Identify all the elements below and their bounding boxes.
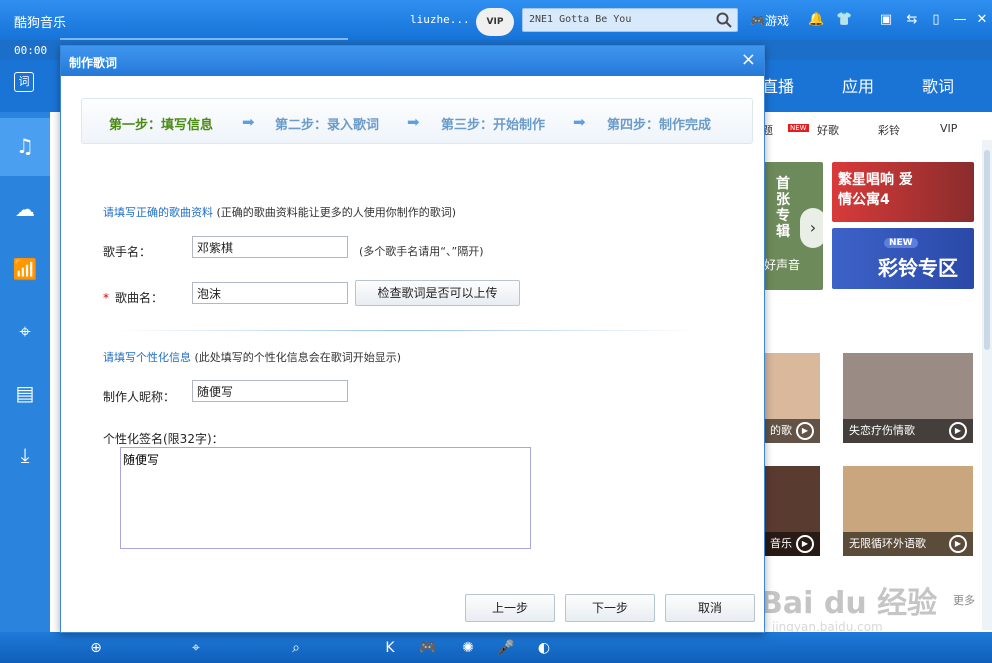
carousel-next-icon[interactable]: › <box>800 208 826 248</box>
step-2: 第二步：录入歌词 <box>275 118 380 133</box>
song-name-label-text: 歌曲名： <box>115 291 164 305</box>
arrow-right-icon: ➡ <box>573 113 586 131</box>
drama-banner[interactable]: 繁星唱响 爱情公寓4 <box>832 162 974 222</box>
play-time: 00:00 <box>14 44 48 57</box>
bell-icon[interactable]: 🔔 <box>808 12 824 28</box>
scrollbar-thumb[interactable] <box>984 150 990 350</box>
playlist-tile[interactable]: 无限循环外语歌 ▶ <box>843 466 973 556</box>
subnav-item-good-songs[interactable]: 好歌 <box>817 122 839 138</box>
username-label[interactable]: liuzhe... <box>410 13 470 26</box>
dialog-title: 制作歌词 <box>69 56 118 70</box>
location-icon[interactable]: ⌖ <box>12 318 38 344</box>
section-title-text: 请填写正确的歌曲资料 <box>103 206 213 219</box>
mini-mode-icon[interactable]: ⇆ <box>904 12 920 28</box>
playlist-tile[interactable]: 失恋疗伤情歌 ▶ <box>843 353 973 443</box>
album-banner-sub: 好声音 <box>764 258 801 272</box>
subnav-item-ringtone[interactable]: 彩铃 <box>878 122 900 138</box>
previous-step-button[interactable]: 上一步 <box>465 594 555 622</box>
nickname-label: 制作人昵称： <box>103 390 176 404</box>
search-icon[interactable] <box>715 11 733 29</box>
title-bar: 酷狗音乐 liuzhe... VIP 2NE1 Gotta Be You 🎮游戏… <box>0 0 992 40</box>
singer-label: 歌手名： <box>103 245 152 259</box>
step-indicator: 第一步：填写信息 ➡ 第二步：录入歌词 ➡ 第三步：开始制作 ➡ 第四步：制作完… <box>81 98 753 144</box>
playlist-tile[interactable]: 的歌 ▶ <box>764 353 820 443</box>
song-name-label: * 歌曲名： <box>103 289 163 306</box>
divider <box>115 330 699 331</box>
gamepad-icon[interactable]: 🎮 <box>418 638 438 658</box>
signature-label: 个性化签名(限32字)： <box>103 432 224 446</box>
play-icon[interactable]: ▶ <box>949 535 967 553</box>
ringtone-banner[interactable]: NEW 彩铃专区 <box>832 228 974 289</box>
watermark: Bai du 经验 <box>760 586 938 621</box>
kugou-icon[interactable]: K <box>380 638 400 658</box>
game-label: 游戏 <box>764 14 789 28</box>
music-note-icon[interactable]: ♫ <box>12 133 38 159</box>
close-icon[interactable]: ✕ <box>974 12 990 28</box>
song-info-section-title: 请填写正确的歌曲资料 (正确的歌曲资料能让更多的人使用你制作的歌词) <box>103 204 456 220</box>
next-step-button[interactable]: 下一步 <box>565 594 655 622</box>
tab-apps[interactable]: 应用 <box>842 73 874 97</box>
tab-live[interactable]: 直播 <box>762 73 794 97</box>
subnav-item-vip[interactable]: VIP <box>940 122 957 135</box>
skin-icon[interactable]: 👕 <box>836 12 852 28</box>
search-input[interactable]: 2NE1 Gotta Be You <box>522 8 738 32</box>
play-icon[interactable]: ▶ <box>796 422 814 440</box>
search-query: 2NE1 Gotta Be You <box>529 14 632 25</box>
dialog-header: 制作歌词 × <box>61 46 764 76</box>
minimize-icon[interactable]: — <box>952 12 968 28</box>
play-icon[interactable]: ▶ <box>949 422 967 440</box>
bug-icon[interactable]: ✺ <box>458 638 478 658</box>
sub-nav: 题 NEW 好歌 彩铃 VIP <box>760 120 992 140</box>
step-1: 第一步：填写信息 <box>109 118 214 133</box>
more-link[interactable]: 更多 <box>953 592 975 608</box>
menu-icon[interactable]: ▣ <box>878 12 894 28</box>
microphone-icon[interactable]: 🎤 <box>496 638 516 658</box>
arrow-right-icon: ➡ <box>407 113 420 131</box>
section-note: (此处填写的个性化信息会在歌词开始显示) <box>194 351 402 364</box>
ringtone-new-badge: NEW <box>884 238 918 248</box>
vip-badge[interactable]: VIP <box>476 8 514 36</box>
radio-icon[interactable]: 📶 <box>12 256 38 282</box>
locate-icon[interactable]: ⌖ <box>186 638 206 658</box>
cancel-button[interactable]: 取消 <box>665 594 755 622</box>
ringtone-banner-text: 彩铃专区 <box>878 256 958 280</box>
sidebar <box>0 112 50 632</box>
phone-icon[interactable]: ▯ <box>928 12 944 28</box>
download-icon[interactable]: ⤓ <box>12 442 38 468</box>
make-lyrics-dialog: 制作歌词 × 第一步：填写信息 ➡ 第二步：录入歌词 ➡ 第三步：开始制作 ➡ … <box>60 45 765 633</box>
app-title: 酷狗音乐 <box>14 16 67 31</box>
cloud-icon[interactable]: ☁ <box>12 196 38 222</box>
singer-input[interactable] <box>192 236 348 258</box>
playlist-tile[interactable]: 音乐 ▶ <box>764 466 820 556</box>
play-icon[interactable]: ▶ <box>796 535 814 553</box>
nickname-input[interactable] <box>192 380 348 402</box>
phone-transfer-icon[interactable]: ▤ <box>12 380 38 406</box>
new-badge: NEW <box>788 124 809 132</box>
singer-hint: (多个歌手名请用“、”隔开) <box>359 245 484 258</box>
gamepad-icon: 🎮 <box>750 14 765 28</box>
game-button[interactable]: 🎮游戏 <box>750 12 789 29</box>
drama-banner-text: 繁星唱响 爱情公寓4 <box>838 172 913 208</box>
add-icon[interactable]: ⊕ <box>86 638 106 658</box>
tab-lyrics[interactable]: 歌词 <box>922 73 954 97</box>
search-icon[interactable]: ⌕ <box>286 638 306 658</box>
section-note: (正确的歌曲资料能让更多的人使用你制作的歌词) <box>216 206 457 219</box>
album-banner-text: 首张专辑 <box>776 176 790 240</box>
step-3: 第三步：开始制作 <box>441 118 546 133</box>
personal-info-section-title: 请填写个性化信息 (此处填写的个性化信息会在歌词开始显示) <box>103 349 401 365</box>
section-title-text: 请填写个性化信息 <box>103 351 191 364</box>
signature-textarea[interactable]: 随便写 <box>120 447 531 549</box>
play-progress-bar[interactable] <box>60 38 348 40</box>
arrow-right-icon: ➡ <box>242 113 255 131</box>
step-4: 第四步：制作完成 <box>607 118 712 133</box>
check-lyrics-button[interactable]: 检查歌词是否可以上传 <box>355 280 520 306</box>
required-mark: * <box>103 291 109 305</box>
dialog-close-icon[interactable]: × <box>741 50 756 70</box>
song-name-input[interactable] <box>192 282 348 304</box>
lyric-toggle-button[interactable]: 词 <box>14 72 34 92</box>
app-icon[interactable]: ◐ <box>534 638 554 658</box>
